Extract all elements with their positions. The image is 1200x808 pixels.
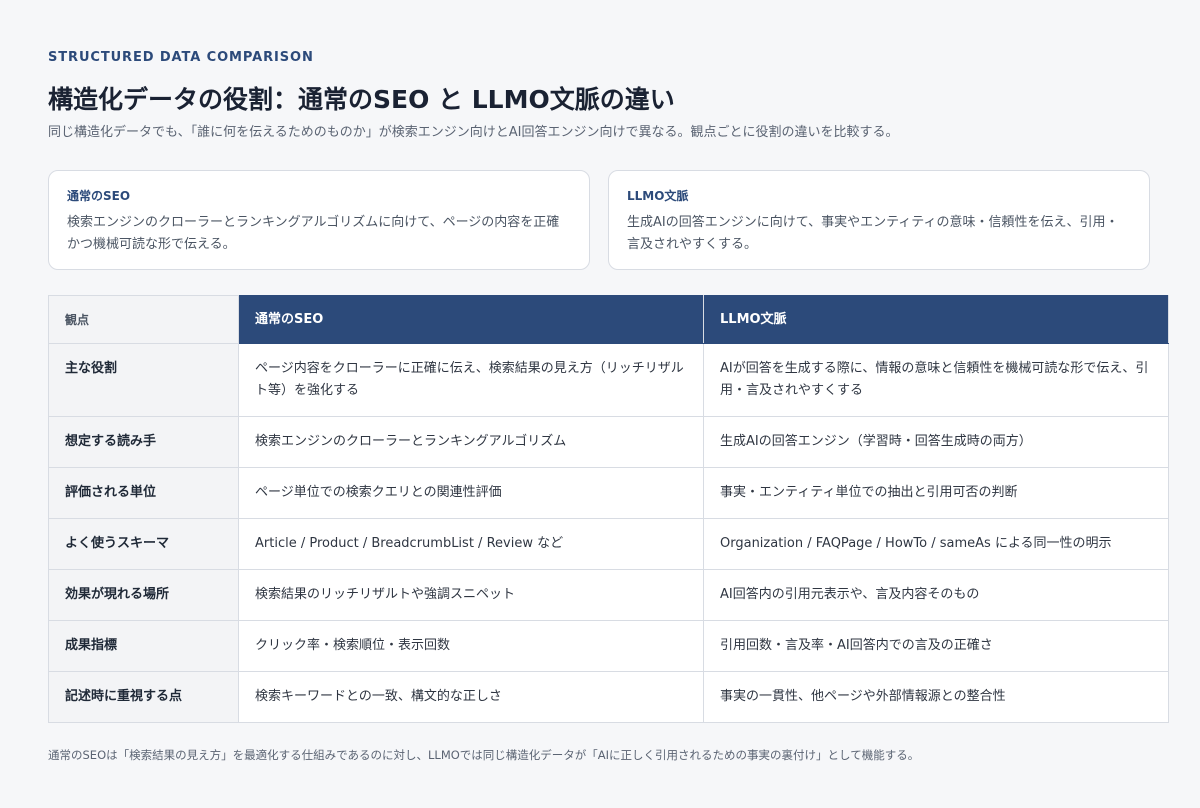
row-llmo-cell: 事実の一貫性、他ページや外部情報源との整合性 bbox=[703, 671, 1169, 723]
row-llmo-cell: 事実・エンティティ単位での抽出と引用可否の判断 bbox=[703, 467, 1169, 519]
card-seo: 通常のSEO 検索エンジンのクローラーとランキングアルゴリズムに向けて、ページの… bbox=[48, 170, 590, 270]
row-aspect: 成果指標 bbox=[48, 620, 239, 672]
card-description: 生成AIの回答エンジンに向けて、事実やエンティティの意味・信頼性を伝え、引用・言… bbox=[627, 215, 1119, 252]
row-llmo-cell: AI回答内の引用元表示や、言及内容そのもの bbox=[703, 569, 1169, 621]
table-header-row: 観点 通常のSEO LLMO文脈 bbox=[48, 295, 1169, 344]
header-seo: 通常のSEO bbox=[238, 295, 704, 344]
row-seo-cell: ページ内容をクローラーに正確に伝え、検索結果の見え方（リッチリザルト等）を強化す… bbox=[238, 343, 704, 417]
table-row: 主な役割 ページ内容をクローラーに正確に伝え、検索結果の見え方（リッチリザルト等… bbox=[48, 343, 1169, 417]
row-seo-cell: 検索エンジンのクローラーとランキングアルゴリズム bbox=[238, 416, 704, 468]
page-title: 構造化データの役割：通常のSEO と LLMO文脈の違い bbox=[48, 85, 675, 114]
table-row: 評価される単位 ページ単位での検索クエリとの関連性評価 事実・エンティティ単位で… bbox=[48, 467, 1169, 519]
table-row: 想定する読み手 検索エンジンのクローラーとランキングアルゴリズム 生成AIの回答… bbox=[48, 416, 1169, 468]
comparison-table: 観点 通常のSEO LLMO文脈 主な役割 ページ内容をクローラーに正確に伝え、… bbox=[48, 295, 1169, 723]
table-row: 効果が現れる場所 検索結果のリッチリザルトや強調スニペット AI回答内の引用元表… bbox=[48, 569, 1169, 621]
row-llmo-cell: 生成AIの回答エンジン（学習時・回答生成時の両方） bbox=[703, 416, 1169, 468]
row-seo-cell: 検索結果のリッチリザルトや強調スニペット bbox=[238, 569, 704, 621]
card-title: 通常のSEO bbox=[67, 189, 131, 203]
row-aspect: 主な役割 bbox=[48, 343, 239, 417]
row-seo-cell: クリック率・検索順位・表示回数 bbox=[238, 620, 704, 672]
row-aspect: 評価される単位 bbox=[48, 467, 239, 519]
card-llmo: LLMO文脈 生成AIの回答エンジンに向けて、事実やエンティティの意味・信頼性を… bbox=[608, 170, 1150, 270]
header-llmo: LLMO文脈 bbox=[703, 295, 1169, 344]
row-aspect: 効果が現れる場所 bbox=[48, 569, 239, 621]
card-title: LLMO文脈 bbox=[627, 189, 689, 203]
row-llmo-cell: Organization / FAQPage / HowTo / sameAs … bbox=[703, 518, 1169, 570]
row-llmo-cell: AIが回答を生成する際に、情報の意味と信頼性を機械可読な形で伝え、引用・言及され… bbox=[703, 343, 1169, 417]
row-seo-cell: 検索キーワードとの一致、構文的な正しさ bbox=[238, 671, 704, 723]
card-description: 検索エンジンのクローラーとランキングアルゴリズムに向けて、ページの内容を正確かつ… bbox=[67, 215, 560, 252]
row-seo-cell: Article / Product / BreadcrumbList / Rev… bbox=[238, 518, 704, 570]
row-seo-cell: ページ単位での検索クエリとの関連性評価 bbox=[238, 467, 704, 519]
header-aspect: 観点 bbox=[48, 295, 239, 344]
row-aspect: よく使うスキーマ bbox=[48, 518, 239, 570]
table-row: 成果指標 クリック率・検索順位・表示回数 引用回数・言及率・AI回答内での言及の… bbox=[48, 620, 1169, 672]
table-row: よく使うスキーマ Article / Product / BreadcrumbL… bbox=[48, 518, 1169, 570]
table-row: 記述時に重視する点 検索キーワードとの一致、構文的な正しさ 事実の一貫性、他ペー… bbox=[48, 671, 1169, 723]
footnote: 通常のSEOは「検索結果の見え方」を最適化する仕組みであるのに対し、LLMOでは… bbox=[48, 748, 920, 762]
row-aspect: 記述時に重視する点 bbox=[48, 671, 239, 723]
eyebrow: STRUCTURED DATA COMPARISON bbox=[48, 50, 314, 65]
row-llmo-cell: 引用回数・言及率・AI回答内での言及の正確さ bbox=[703, 620, 1169, 672]
row-aspect: 想定する読み手 bbox=[48, 416, 239, 468]
page: STRUCTURED DATA COMPARISON 構造化データの役割：通常の… bbox=[0, 0, 1200, 808]
page-subtitle: 同じ構造化データでも、「誰に何を伝えるためのものか」が検索エンジン向けとAI回答… bbox=[48, 125, 899, 140]
